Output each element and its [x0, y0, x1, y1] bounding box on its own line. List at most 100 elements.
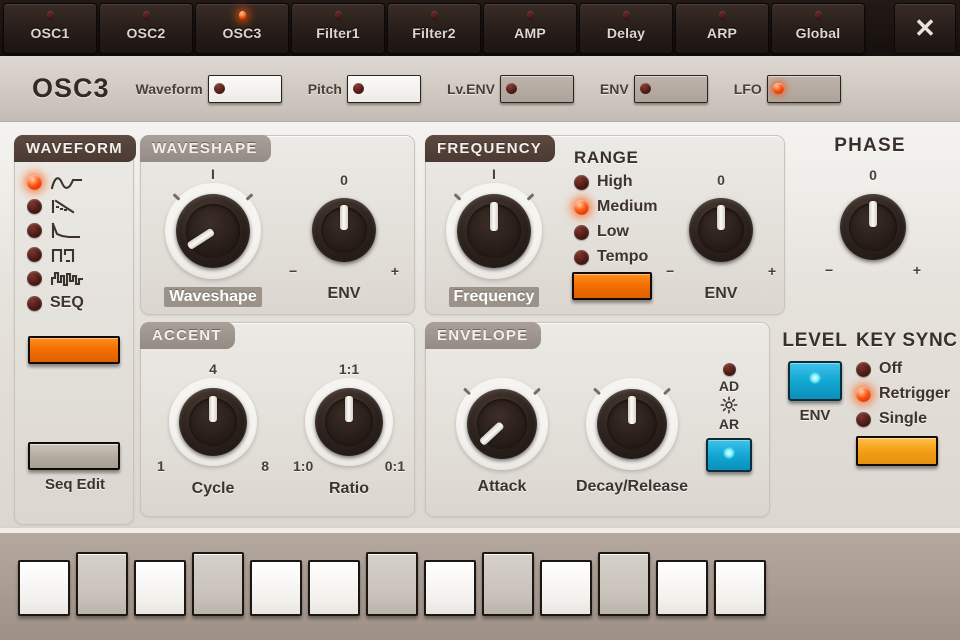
tab-delay[interactable]: Delay [579, 3, 673, 54]
waveform-option-option-1[interactable] [27, 198, 84, 215]
knob-body[interactable] [303, 189, 385, 271]
key-sync-option-off[interactable]: Off [856, 360, 960, 378]
header-button-label: Waveform [135, 80, 203, 97]
header-button-led-icon [639, 83, 651, 94]
led-indicator [856, 411, 871, 427]
tab-label: ARP [706, 25, 738, 41]
knob-min-label: 1:0 [293, 458, 314, 474]
led-indicator [27, 295, 42, 311]
knob-pointer [869, 201, 877, 227]
knob-ratio: 1:1 1:0 0:1 Ratio [293, 361, 405, 498]
header-button-env[interactable] [633, 74, 708, 103]
knob-body[interactable] [830, 184, 916, 270]
piano-key-4[interactable] [250, 560, 302, 616]
knob-env: 0 − + ENV [289, 172, 399, 303]
knob-body[interactable] [456, 378, 548, 470]
knob-body[interactable] [680, 189, 762, 271]
range-select-button[interactable] [572, 272, 652, 300]
envelope-mode-group: AD AR [704, 363, 754, 472]
knob-min-label: − [666, 263, 675, 279]
range-option-low[interactable]: Low [574, 223, 657, 241]
piano-key-5[interactable] [308, 560, 360, 616]
knob-min-label: − [289, 263, 298, 279]
phase-group: PHASE 0 − + [795, 135, 945, 297]
knob-max-label: + [912, 262, 921, 278]
waveform-option-seq[interactable]: SEQ [27, 294, 84, 312]
led-indicator [27, 223, 42, 238]
piano-key-7[interactable] [424, 560, 476, 616]
waveshape-panel-title: WAVESHAPE [140, 135, 271, 162]
knob-top-spacer [566, 359, 698, 378]
piano-key-10[interactable] [598, 552, 650, 616]
key-sync-option-label: Retrigger [879, 385, 951, 402]
header-button-pitch[interactable] [346, 74, 421, 103]
tab-filter1[interactable]: Filter1 [291, 3, 385, 54]
envelope-mode-button[interactable] [706, 438, 752, 472]
header-button-led-icon [213, 83, 225, 94]
range-option-high[interactable]: High [574, 173, 657, 191]
piano-key-12[interactable] [714, 560, 766, 616]
keyboard-bar: 0 [0, 526, 960, 640]
tab-label: Delay [606, 25, 646, 41]
knob-body[interactable] [169, 378, 257, 466]
knob-label: Ratio [329, 480, 369, 497]
piano-key-9[interactable] [540, 560, 592, 616]
tab-amp[interactable]: AMP [483, 3, 577, 54]
waveform-option-option-0[interactable] [27, 174, 84, 191]
header-button-lfo[interactable] [766, 74, 841, 103]
knob-pointer [209, 396, 217, 422]
knob-label: ENV [327, 285, 361, 302]
piano-key-2[interactable] [134, 560, 186, 616]
range-option-tempo[interactable]: Tempo [574, 248, 657, 266]
led-indicator [574, 224, 589, 240]
tab-led-icon [334, 11, 342, 20]
piano-key-0[interactable] [18, 560, 70, 616]
knob-top-label: I [211, 166, 215, 182]
knob-pointer [717, 205, 725, 230]
envelope-mode-ar-label: AR [718, 416, 740, 432]
knob-body[interactable] [305, 378, 393, 466]
tab-osc1[interactable]: OSC1 [3, 3, 97, 54]
saw-down-wave-icon [51, 199, 75, 214]
range-option-medium[interactable]: Medium [574, 198, 657, 216]
piano-key-6[interactable] [366, 552, 418, 616]
key-sync-option-retrigger[interactable]: Retrigger [856, 385, 960, 403]
knob-max-label: + [767, 263, 776, 279]
waveform-select-button[interactable] [28, 336, 120, 364]
tab-filter2[interactable]: Filter2 [387, 3, 481, 54]
key-sync-option-label: Off [879, 360, 903, 377]
waveform-option-option-4[interactable] [27, 270, 84, 287]
key-sync-select-button[interactable] [856, 436, 938, 466]
knob-attack: Attack [442, 359, 562, 496]
header-button-lv-env[interactable] [499, 74, 574, 103]
knob-top-label: 0 [340, 172, 348, 188]
level-env-button[interactable] [788, 361, 842, 401]
piano-key-3[interactable] [192, 552, 244, 616]
tab-osc3[interactable]: OSC3 [195, 3, 289, 54]
tab-label: OSC3 [222, 25, 262, 41]
led-indicator [27, 199, 42, 214]
brightness-sun-icon [720, 396, 738, 414]
knob-body[interactable] [586, 378, 678, 470]
header-button-waveform[interactable] [207, 74, 282, 103]
envelope-mode-led[interactable] [722, 363, 736, 376]
envelope-panel-title: ENVELOPE [425, 322, 542, 349]
piano-key-1[interactable] [76, 552, 128, 616]
piano-key-11[interactable] [656, 560, 708, 616]
knob-decay-release: Decay/Release [566, 359, 698, 496]
piano-key-8[interactable] [482, 552, 534, 616]
close-button[interactable]: ✕ [894, 3, 956, 54]
knob-body[interactable] [165, 183, 261, 279]
tab-label: AMP [514, 25, 546, 41]
range-title: RANGE [574, 148, 639, 167]
waveform-option-option-2[interactable] [27, 222, 84, 239]
tab-osc2[interactable]: OSC2 [99, 3, 193, 54]
knob-body[interactable] [446, 183, 542, 279]
led-indicator [27, 247, 42, 262]
key-sync-option-single[interactable]: Single [856, 410, 960, 428]
level-caption: ENV [799, 407, 831, 424]
seq-edit-button[interactable] [28, 442, 120, 470]
tab-arp[interactable]: ARP [675, 3, 769, 54]
waveform-option-option-3[interactable] [27, 246, 84, 263]
tab-global[interactable]: Global [771, 3, 865, 54]
